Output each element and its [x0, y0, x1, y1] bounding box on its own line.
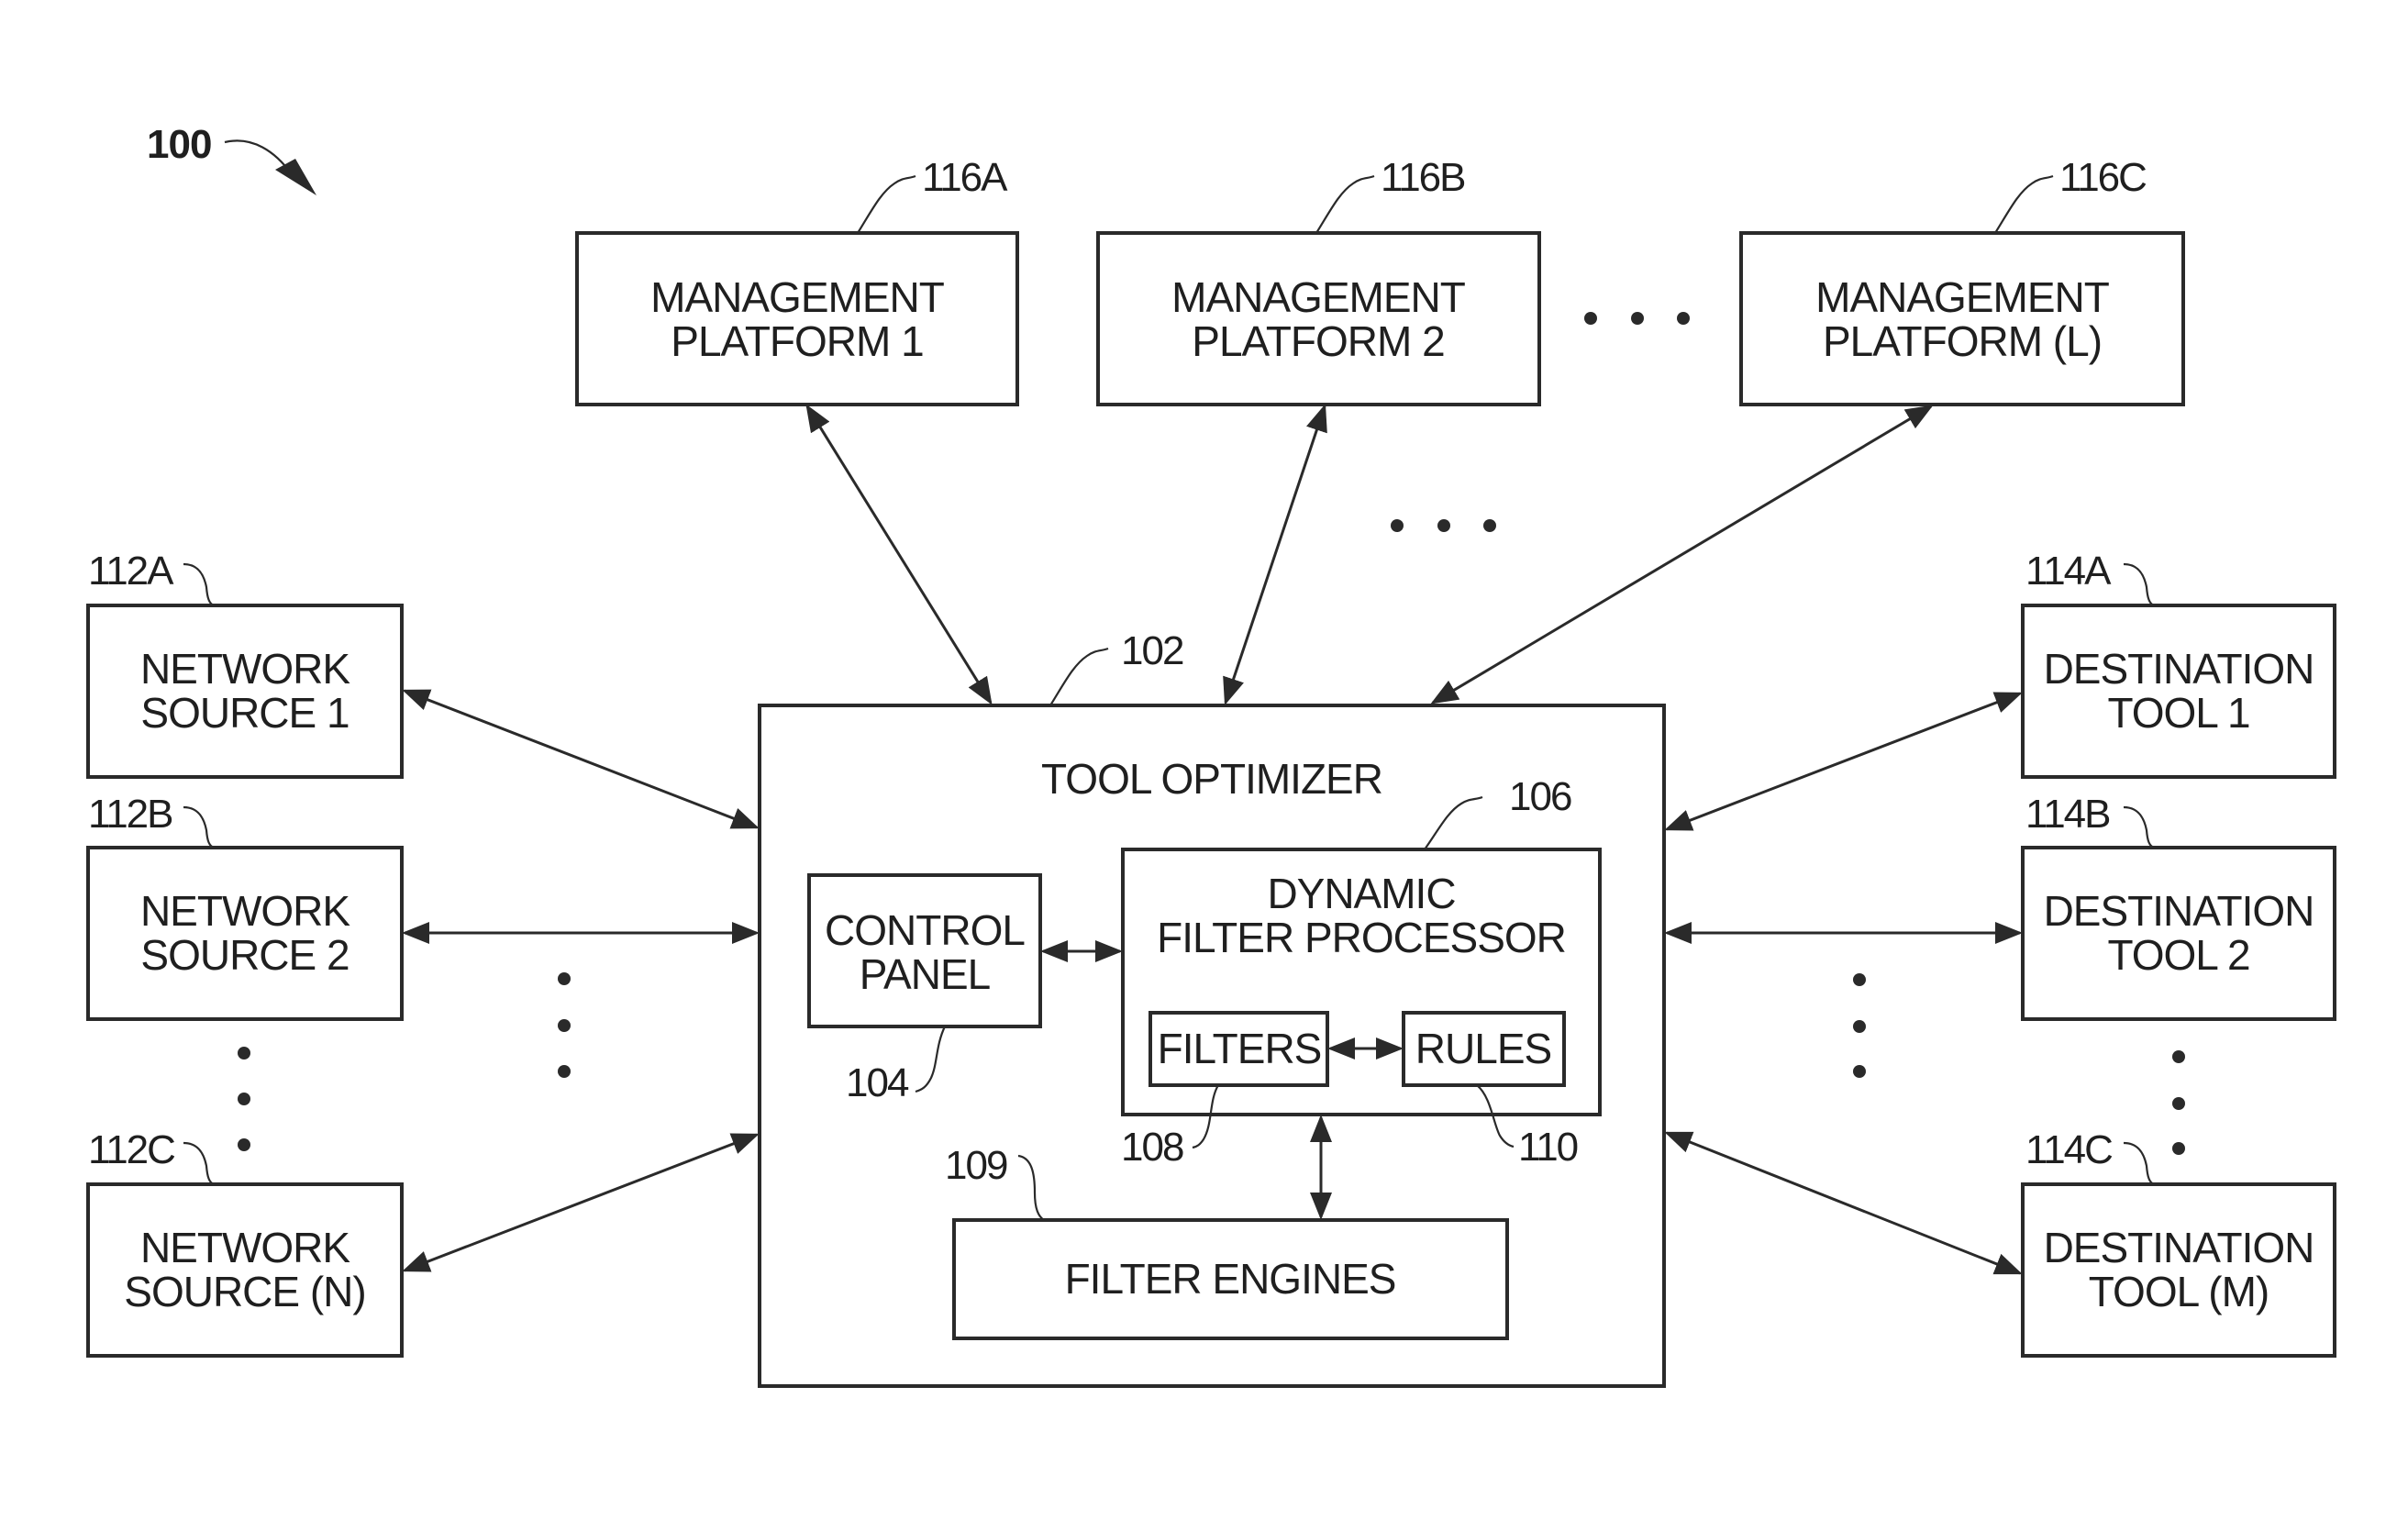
ref-114B: 114B — [2025, 792, 2110, 837]
destination-tool-m-line2: TOOL (M) — [2089, 1268, 2269, 1315]
network-source-ellipsis-icon — [238, 1047, 250, 1151]
filter-engines-label: FILTER ENGINES — [1065, 1255, 1396, 1303]
ref-112A: 112A — [88, 549, 174, 594]
destination-tool-ellipsis-icon — [2172, 1050, 2185, 1155]
ref-109: 109 — [945, 1143, 1007, 1188]
destination-tool-2-line1: DESTINATION — [2044, 887, 2314, 935]
ref-110: 110 — [1518, 1125, 1578, 1170]
destination-tool-1: DESTINATION TOOL 1 114A — [2021, 549, 2336, 779]
network-source-1-line1: NETWORK — [140, 645, 350, 693]
destination-tool-2-line2: TOOL 2 — [2107, 931, 2249, 979]
dynamic-filter-processor-line2: FILTER PROCESSOR — [1157, 914, 1566, 961]
leader-116C — [1994, 174, 2054, 234]
management-platform-ellipsis-icon — [1584, 312, 1690, 325]
dynamic-filter-processor-line1: DYNAMIC — [1267, 870, 1455, 917]
destination-tool-m: DESTINATION TOOL (M) 114C — [2021, 1127, 2336, 1358]
network-source-2: NETWORK SOURCE 2 112B — [86, 792, 404, 1021]
management-platform-1-line1: MANAGEMENT — [650, 273, 945, 321]
tool-optimizer: TOOL OPTIMIZER 102 CONTROL PANEL 104 DYN… — [758, 628, 1666, 1388]
ref-104: 104 — [846, 1060, 909, 1105]
leader-112B — [183, 805, 215, 849]
ref-114A: 114A — [2025, 549, 2112, 594]
leader-116A — [857, 174, 916, 234]
ref-108: 108 — [1121, 1125, 1183, 1170]
destination-tool-2: DESTINATION TOOL 2 114B — [2021, 792, 2336, 1021]
system-block-diagram: 100 MANAGEMENT PLATFORM 1 116A MANAGEMEN… — [86, 122, 2336, 1388]
destination-tool-1-line2: TOOL 1 — [2107, 689, 2249, 737]
leader-114B — [2123, 805, 2155, 849]
management-platform-2-line1: MANAGEMENT — [1171, 273, 1466, 321]
management-platform-l-line2: PLATFORM (L) — [1823, 317, 2102, 365]
network-source-1: NETWORK SOURCE 1 112A — [86, 549, 404, 779]
leader-114C — [2123, 1141, 2155, 1186]
destination-tool-m-line1: DESTINATION — [2044, 1224, 2314, 1271]
destination-connector-ellipsis-icon — [1853, 973, 1866, 1078]
network-source-n: NETWORK SOURCE (N) 112C — [86, 1127, 404, 1358]
management-platform-2: MANAGEMENT PLATFORM 2 116B — [1096, 155, 1541, 406]
ref-112C: 112C — [88, 1127, 175, 1172]
management-platform-1: MANAGEMENT PLATFORM 1 116A — [575, 155, 1019, 406]
network-source-2-line1: NETWORK — [140, 887, 350, 935]
network-connector-ellipsis-icon — [558, 972, 571, 1078]
figure-ref-arrowhead-icon — [275, 159, 316, 195]
connector-nsn-to — [402, 1133, 760, 1272]
connector-to-dt1 — [1664, 692, 2023, 831]
control-panel-line2: PANEL — [860, 950, 991, 998]
ref-114C: 114C — [2025, 1127, 2113, 1172]
ref-116B: 116B — [1381, 155, 1465, 200]
leader-116B — [1315, 174, 1375, 234]
leader-112C — [183, 1141, 215, 1186]
management-platform-l-line1: MANAGEMENT — [1815, 273, 2110, 321]
network-source-n-line2: SOURCE (N) — [124, 1268, 365, 1315]
tool-optimizer-title: TOOL OPTIMIZER — [1041, 755, 1382, 803]
network-source-2-line2: SOURCE 2 — [140, 931, 349, 979]
control-panel-line1: CONTROL — [825, 906, 1025, 954]
network-source-n-line1: NETWORK — [140, 1224, 350, 1271]
connector-mp1-to — [805, 404, 993, 705]
connector-mpl-to — [1430, 405, 1934, 705]
figure-ref-label: 100 — [147, 122, 211, 167]
ref-106: 106 — [1509, 774, 1571, 819]
ref-112B: 112B — [88, 792, 172, 837]
connector-ns1-to — [402, 689, 760, 829]
ref-116C: 116C — [2059, 155, 2147, 200]
leader-102 — [1049, 647, 1109, 706]
management-platform-l: MANAGEMENT PLATFORM (L) 116C — [1739, 155, 2185, 406]
leader-112A — [183, 562, 215, 607]
management-platform-2-line2: PLATFORM 2 — [1192, 317, 1444, 365]
network-source-1-line2: SOURCE 1 — [140, 689, 349, 737]
connector-to-dtm — [1664, 1131, 2023, 1275]
connector-mp2-to — [1223, 404, 1327, 705]
filters-label: FILTERS — [1158, 1025, 1322, 1072]
management-connector-ellipsis-icon — [1391, 519, 1496, 532]
ref-116A: 116A — [922, 155, 1008, 200]
ref-102: 102 — [1121, 628, 1183, 673]
leader-114A — [2123, 562, 2155, 607]
management-platform-1-line2: PLATFORM 1 — [671, 317, 923, 365]
rules-label: RULES — [1415, 1025, 1551, 1072]
destination-tool-1-line1: DESTINATION — [2044, 645, 2314, 693]
